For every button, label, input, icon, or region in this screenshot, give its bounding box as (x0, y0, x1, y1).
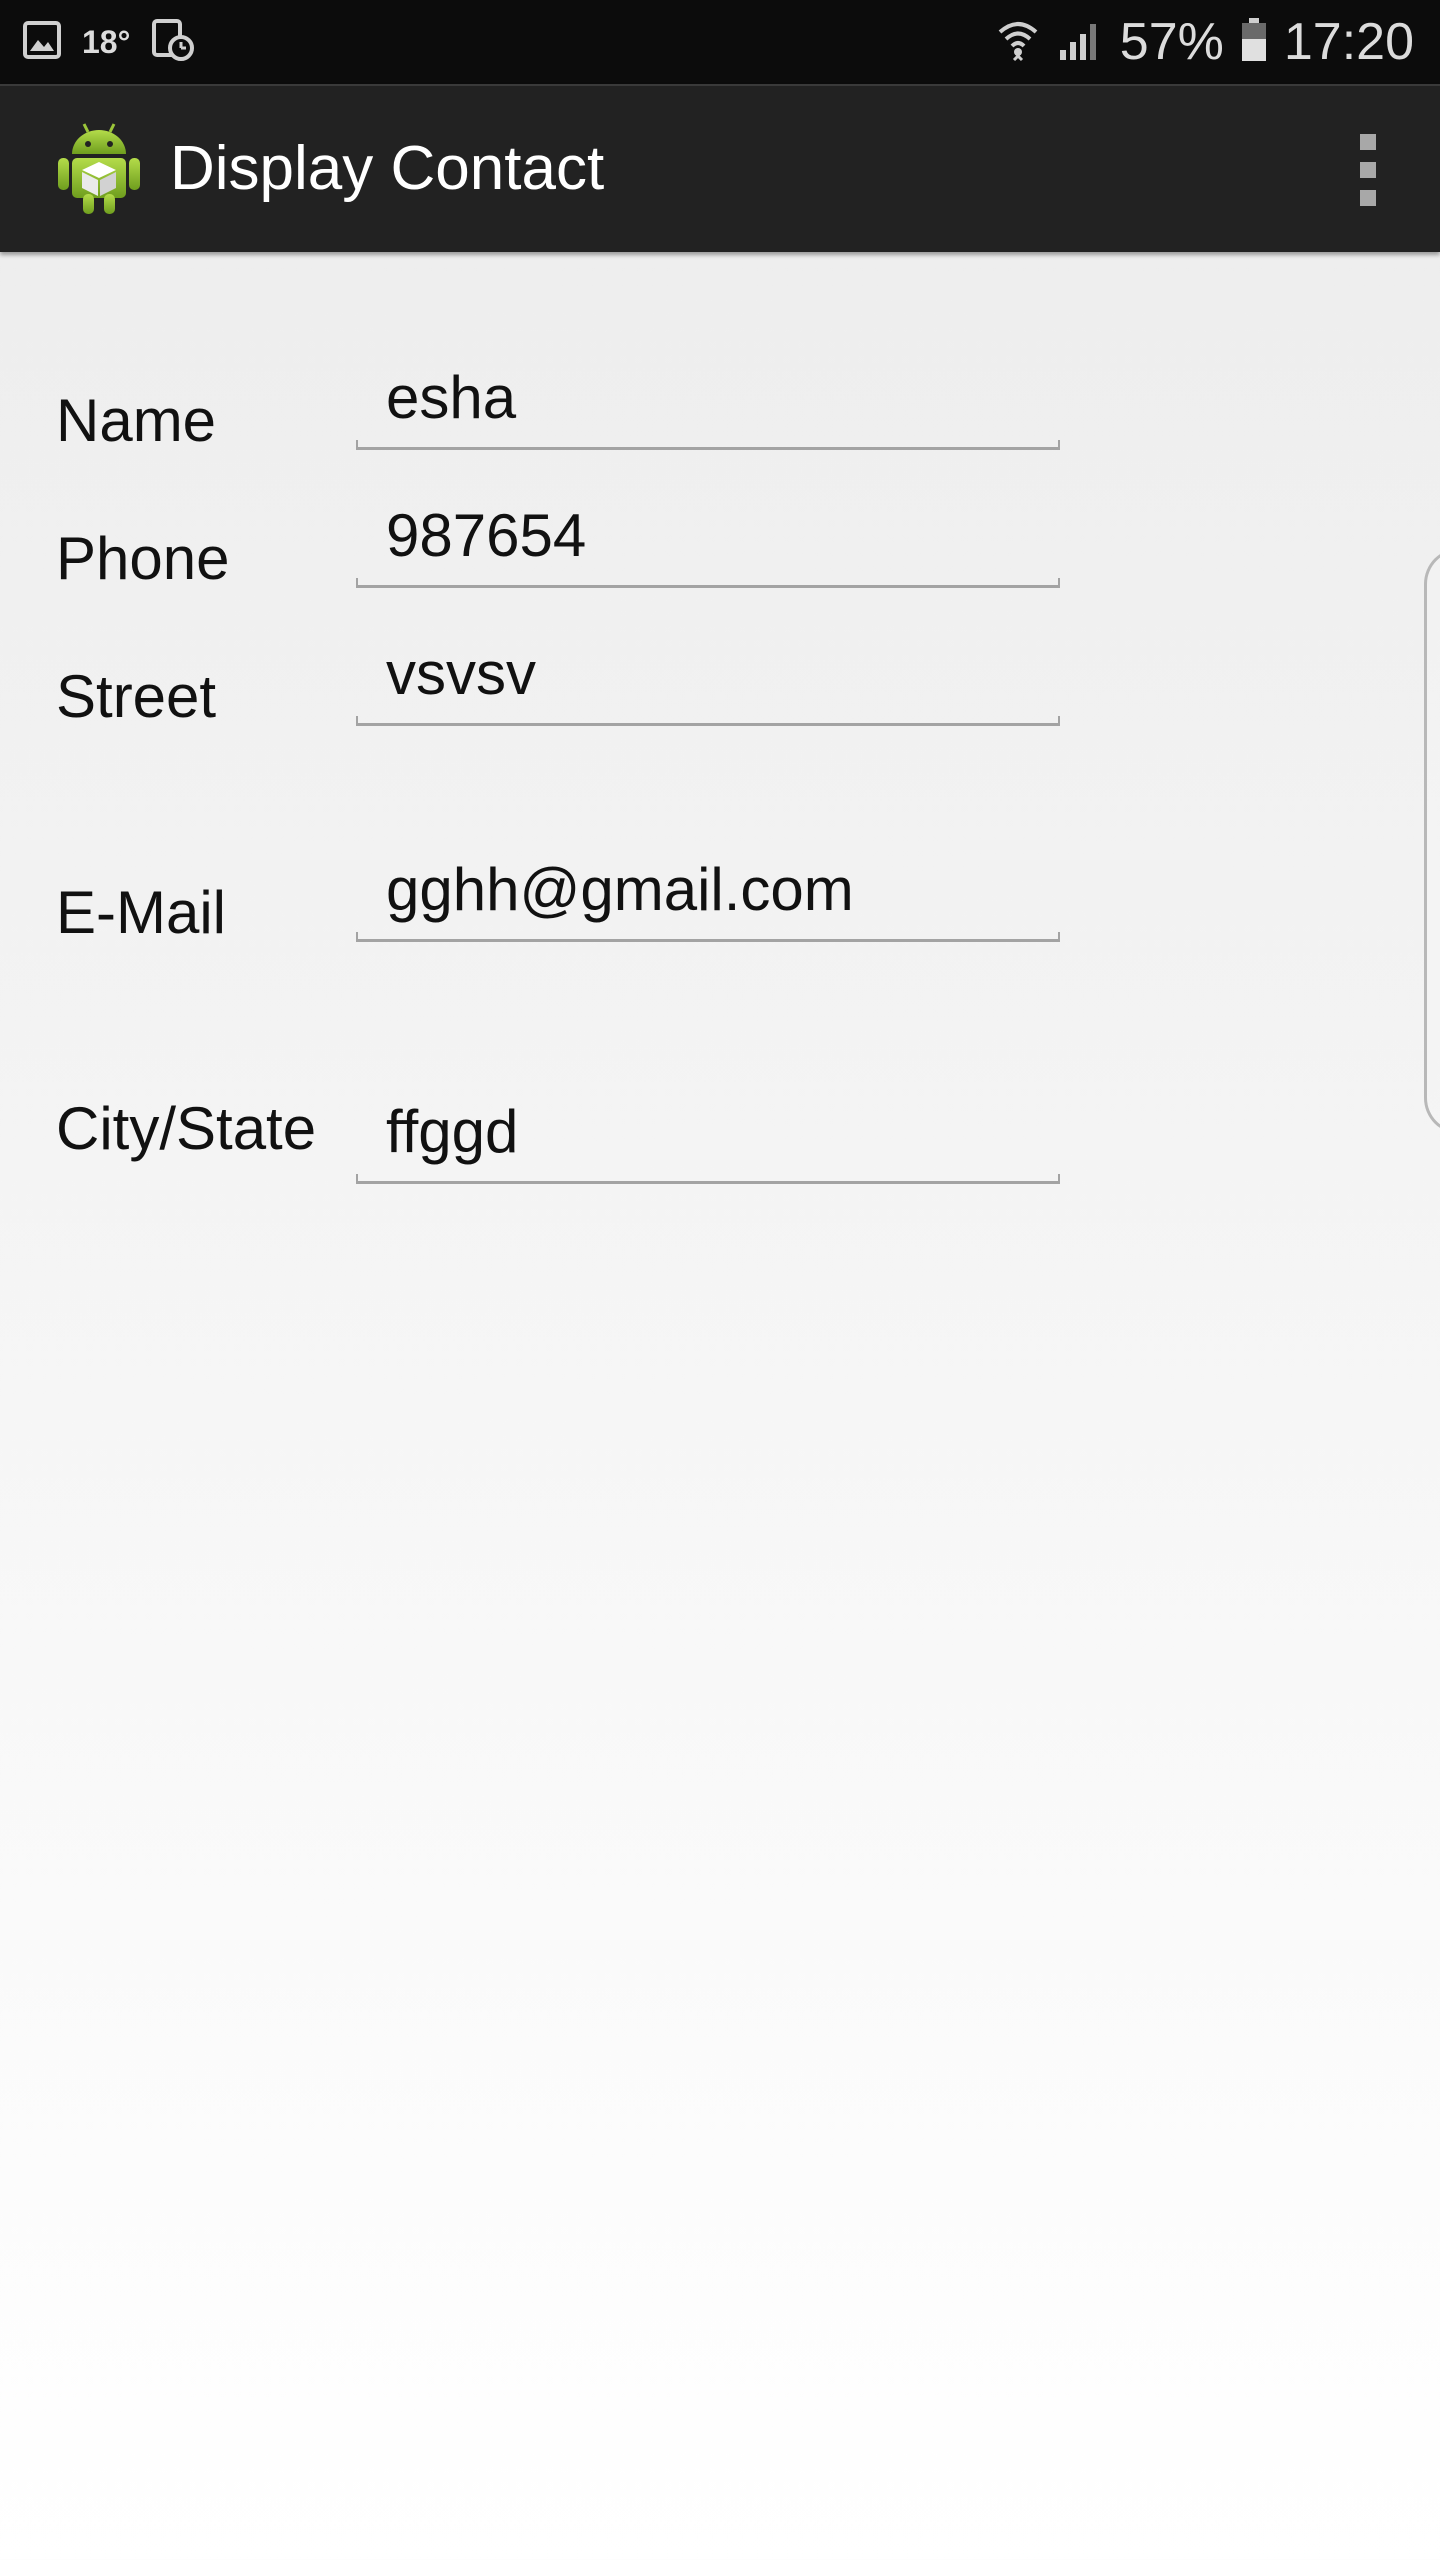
edge-panel-handle[interactable] (1424, 548, 1440, 1134)
status-bar-right: 57% 17:20 (996, 0, 1414, 84)
phone-field-underline (356, 578, 1060, 588)
street-field-underline (356, 716, 1060, 726)
status-bar: 18° 57% 17:20 (0, 0, 1440, 84)
android-icon[interactable] (54, 118, 144, 218)
email-value: gghh@gmail.com (386, 856, 854, 923)
temperature-text: 18° (82, 23, 131, 60)
street-label: Street (56, 663, 217, 730)
wifi-icon (996, 16, 1040, 69)
city-state-field[interactable]: ffggd (356, 1084, 1060, 1184)
battery-percent: 57% (1119, 13, 1224, 71)
phone-label: Phone (56, 525, 230, 592)
menu-dot (1360, 162, 1376, 178)
name-value: esha (386, 364, 517, 431)
battery-icon (1240, 17, 1268, 68)
clock-icon (150, 17, 196, 68)
email-field[interactable]: gghh@gmail.com (356, 842, 1060, 942)
clock-time: 17:20 (1283, 13, 1414, 71)
city-state-label: City/State (56, 1095, 317, 1162)
page-title: Display Contact (170, 134, 605, 203)
gallery-icon (22, 20, 62, 65)
email-field-underline (356, 932, 1060, 942)
menu-dot (1360, 190, 1376, 206)
name-label: Name (56, 387, 217, 454)
status-bar-left: 18° (22, 0, 196, 84)
signal-icon (1056, 16, 1104, 69)
phone-field[interactable]: 987654 (356, 488, 1060, 588)
street-value: vsvsv (386, 640, 536, 707)
name-field-underline (356, 440, 1060, 450)
city-state-field-underline (356, 1174, 1060, 1184)
name-field[interactable]: esha (356, 350, 1060, 450)
menu-dot (1360, 134, 1376, 150)
phone-value: 987654 (386, 502, 587, 569)
email-label: E-Mail (56, 879, 227, 946)
street-field[interactable]: vsvsv (356, 626, 1060, 726)
overflow-menu-icon[interactable] (1320, 116, 1416, 224)
action-bar: Display Contact (0, 84, 1440, 252)
city-state-value: ffggd (386, 1098, 519, 1165)
